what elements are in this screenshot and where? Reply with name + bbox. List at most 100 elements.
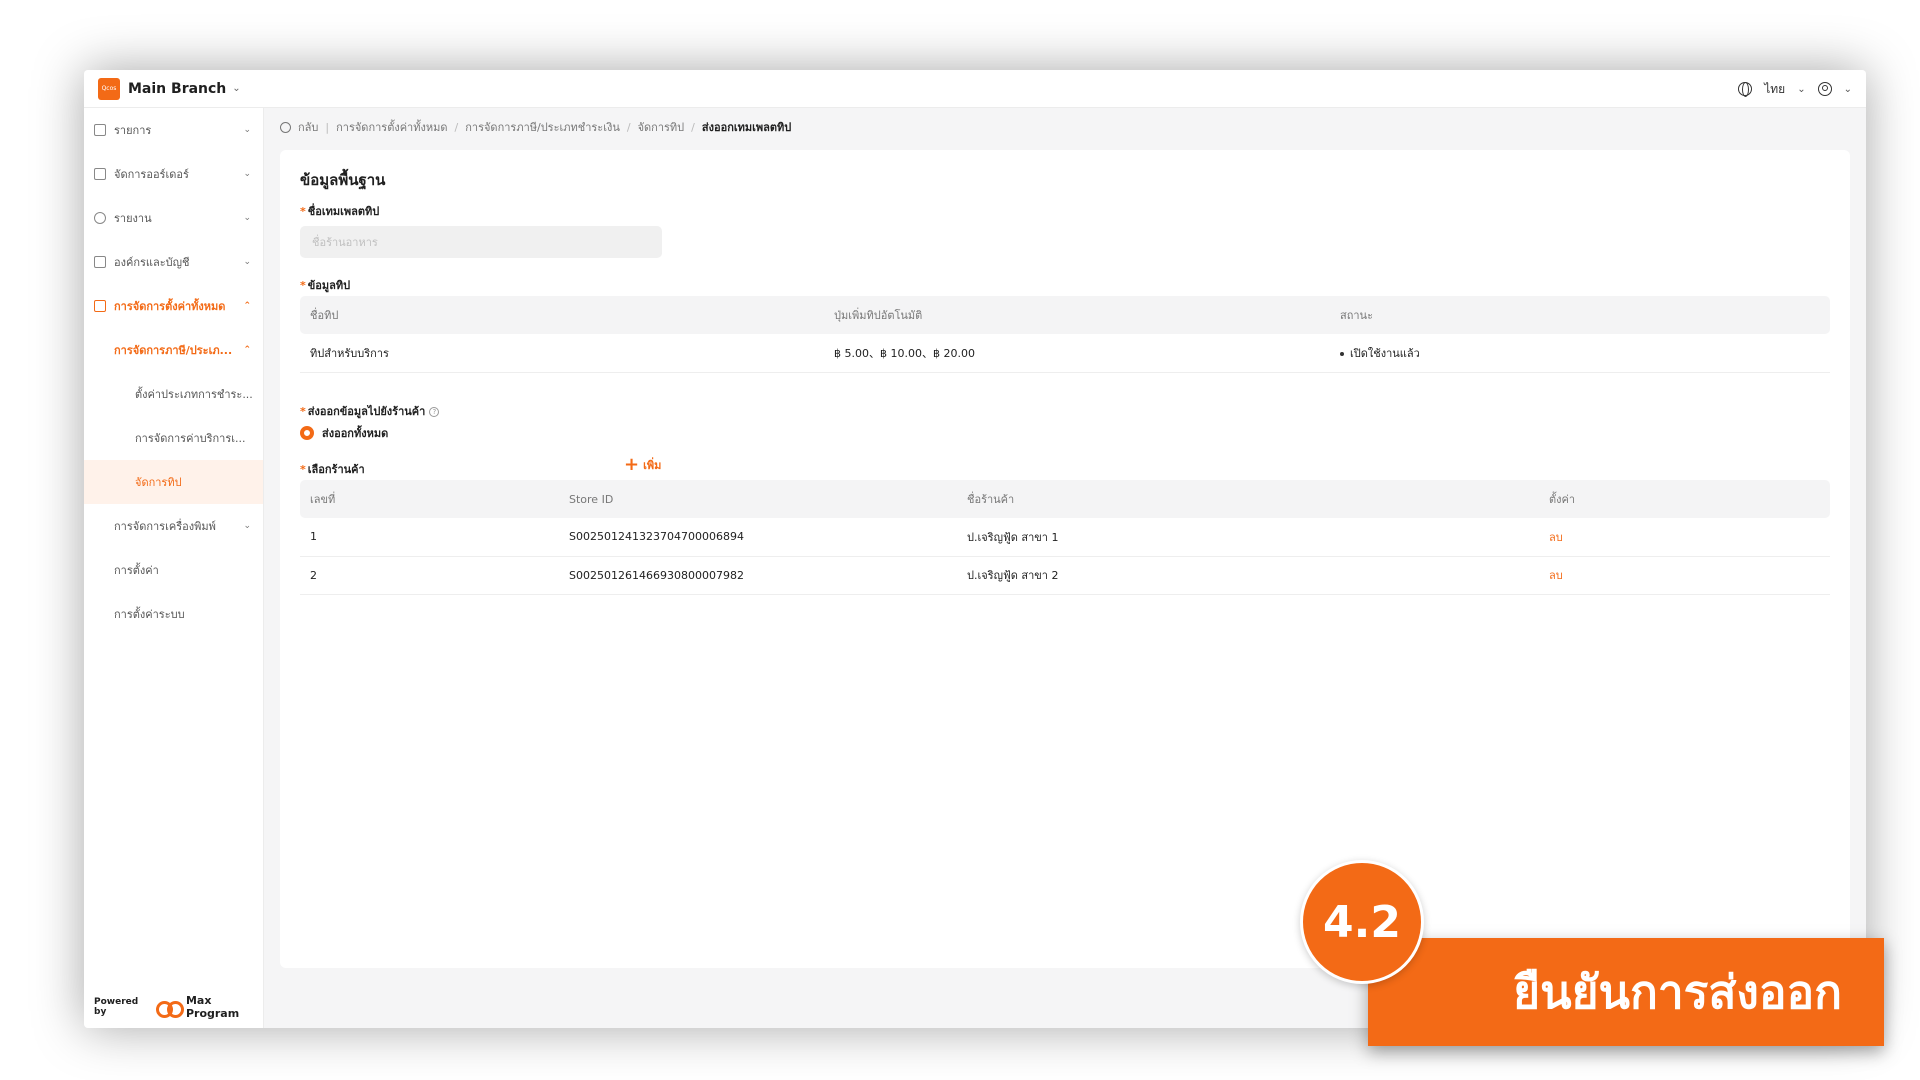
tip-buttons-cell: ฿ 5.00、฿ 10.00、฿ 20.00 [824, 334, 1330, 373]
brand-name: Max Program [185, 994, 240, 1020]
chevron-down-icon: ⌄ [243, 213, 251, 223]
help-icon[interactable]: ? [429, 407, 440, 417]
sidebar-item-settings[interactable]: การตั้งค่า [84, 548, 263, 592]
sidebar-item-label: องค์กรและบัญชี [114, 256, 190, 269]
app-logo: Qcos [98, 77, 120, 100]
store-table: เลขที่ Store ID ชื่อร้านค้า ตั้งค่า 1 S0… [300, 480, 1830, 595]
sidebar-item-label: การจัดการภาษี/ประเภ... [114, 344, 233, 357]
column-header: ชื่อร้านค้า [957, 480, 1539, 518]
action-cell: ลบ [1539, 518, 1830, 557]
tip-table: ชื่อทิป ปุ่มเพิ่มทิปอัตโนมัติ สถานะ ทิปส… [300, 296, 1830, 373]
export-option-label: ส่งออกทั้งหมด [322, 427, 389, 440]
back-link[interactable]: กลับ [298, 118, 318, 136]
column-header: Store ID [559, 480, 957, 518]
template-name-input[interactable] [300, 226, 662, 258]
chevron-down-icon: ⌄ [243, 125, 251, 135]
chevron-down-icon: ⌄ [243, 521, 251, 531]
max-program-logo-icon [155, 1000, 184, 1018]
chevron-up-icon: ⌃ [243, 301, 251, 311]
status-dot-icon [1340, 351, 1344, 356]
radio-selected-icon[interactable] [300, 426, 314, 440]
breadcrumb-current: ส่งออกเทมเพลตทิป [701, 121, 792, 134]
sidebar-item-payment-types[interactable]: ตั้งค่าประเภทการชำระ... [84, 372, 263, 416]
row-number: 1 [300, 518, 559, 557]
breadcrumb-item[interactable]: การจัดการภาษี/ประเภทชำระเงิน [465, 118, 620, 136]
top-bar: Qcos Main Branch ⌄ ไทย ⌄ ⌄ [84, 70, 1866, 108]
chevron-down-icon[interactable]: ⌄ [1797, 84, 1805, 95]
store-id-cell: S002501261466930800007982 [559, 556, 957, 595]
select-store-label-text: เลือกร้านค้า [307, 463, 365, 476]
breadcrumb-item[interactable]: การจัดการตั้งค่าทั้งหมด [336, 118, 447, 136]
powered-by: Powered by Max Program [94, 994, 263, 1020]
delete-link[interactable]: ลบ [1549, 531, 1563, 544]
sidebar-item-system-settings[interactable]: การตั้งค่าระบบ [84, 592, 263, 636]
table-header-row: ชื่อทิป ปุ่มเพิ่มทิปอัตโนมัติ สถานะ [300, 296, 1830, 334]
select-store-label: * เลือกร้านค้า [300, 463, 365, 476]
callout-caption: ยืนยันการส่งออก [1513, 964, 1842, 1019]
globe-icon[interactable] [1738, 82, 1753, 97]
export-all-option[interactable]: ส่งออกทั้งหมด [300, 424, 388, 442]
column-header: ปุ่มเพิ่มทิปอัตโนมัติ [824, 296, 1330, 334]
sidebar-item-reports[interactable]: รายงาน ⌄ [84, 196, 263, 240]
plus-icon: + [624, 454, 640, 475]
app-window: Qcos Main Branch ⌄ ไทย ⌄ ⌄ รายการ ⌄ จัดก… [84, 70, 1866, 1028]
sidebar-item-label: จัดการทิป [135, 476, 182, 489]
column-header: ตั้งค่า [1539, 480, 1830, 518]
breadcrumb: กลับ | การจัดการตั้งค่าทั้งหมด / การจัดก… [280, 108, 791, 146]
sidebar-item-label: การจัดการตั้งค่าทั้งหมด [114, 300, 226, 313]
breadcrumb-divider: | [325, 120, 330, 134]
export-label-text: ส่งออกข้อมูลไปยังร้านค้า [307, 405, 426, 418]
sidebar-item-label: รายงาน [114, 212, 152, 225]
breadcrumb-item[interactable]: จัดการทิป [638, 118, 685, 136]
tip-info-label-text: ข้อมูลทิป [307, 279, 351, 292]
store-name-cell: ป.เจริญฟู้ด สาขา 1 [957, 518, 1539, 557]
sidebar-item-orders[interactable]: จัดการออร์เดอร์ ⌄ [84, 152, 263, 196]
sidebar-item-printers[interactable]: การจัดการเครื่องพิมพ์ ⌄ [84, 504, 263, 548]
chevron-down-icon[interactable]: ⌄ [232, 83, 240, 94]
list-icon [94, 124, 106, 136]
sidebar-item-all-settings[interactable]: การจัดการตั้งค่าทั้งหมด ⌃ [84, 284, 263, 328]
section-title: ข้อมูลพื้นฐาน [300, 171, 386, 189]
row-number: 2 [300, 556, 559, 595]
branch-selector[interactable]: Main Branch [128, 81, 226, 97]
settings-icon [94, 300, 106, 312]
content-card: ข้อมูลพื้นฐาน *ชื่อเทมเพลตทิป *ข้อมูลทิป… [280, 150, 1850, 968]
breadcrumb-separator: / [454, 120, 459, 134]
powered-by-text: Powered by [94, 997, 139, 1017]
tip-info-label: * ข้อมูลทิป [300, 279, 351, 292]
sidebar-item-label: การตั้งค่า [114, 564, 159, 577]
chevron-down-icon[interactable]: ⌄ [1844, 84, 1852, 95]
sidebar-item-label: การจัดการค่าบริการเ... [135, 432, 246, 445]
users-icon [94, 256, 106, 268]
step-badge: 4.2 [1300, 860, 1424, 984]
sidebar-item-list[interactable]: รายการ ⌄ [84, 108, 263, 152]
back-icon[interactable] [280, 121, 291, 133]
store-name-cell: ป.เจริญฟู้ด สาขา 2 [957, 556, 1539, 595]
chevron-down-icon: ⌄ [243, 169, 251, 179]
sidebar-item-tax-payment[interactable]: การจัดการภาษี/ประเภ... ⌃ [84, 328, 263, 372]
sidebar-item-label: รายการ [114, 124, 152, 137]
sidebar-item-label: การจัดการเครื่องพิมพ์ [114, 520, 216, 533]
sidebar-item-label: ตั้งค่าประเภทการชำระ... [135, 388, 253, 401]
export-label: * ส่งออกข้อมูลไปยังร้านค้า? [300, 402, 440, 420]
user-icon[interactable] [1817, 82, 1832, 96]
language-selector[interactable]: ไทย [1764, 80, 1785, 99]
sidebar-item-label: การตั้งค่าระบบ [114, 608, 185, 621]
table-header-row: เลขที่ Store ID ชื่อร้านค้า ตั้งค่า [300, 480, 1830, 518]
sidebar-item-organization[interactable]: องค์กรและบัญชี ⌄ [84, 240, 263, 284]
table-row: 1 S002501241323704700006894 ป.เจริญฟู้ด … [300, 518, 1830, 557]
template-name-label: * ชื่อเทมเพลตทิป [300, 205, 380, 218]
clipboard-icon [94, 168, 106, 180]
breadcrumb-separator: / [691, 120, 695, 134]
sidebar-item-label: จัดการออร์เดอร์ [114, 168, 189, 181]
store-id-cell: S002501241323704700006894 [559, 518, 957, 557]
sidebar-item-tips[interactable]: จัดการทิป [84, 460, 263, 504]
confirm-export-callout: ยืนยันการส่งออก [1368, 938, 1884, 1046]
delete-link[interactable]: ลบ [1549, 569, 1563, 582]
add-store-button[interactable]: + เพิ่ม [624, 456, 661, 474]
sidebar: รายการ ⌄ จัดการออร์เดอร์ ⌄ รายงาน ⌄ องค์… [84, 108, 264, 1028]
top-right-controls: ไทย ⌄ ⌄ [1738, 70, 1852, 108]
sidebar-item-service-charge[interactable]: การจัดการค่าบริการเ... [84, 416, 263, 460]
status-text: เปิดใช้งานแล้ว [1350, 346, 1420, 360]
clock-icon [94, 212, 106, 224]
